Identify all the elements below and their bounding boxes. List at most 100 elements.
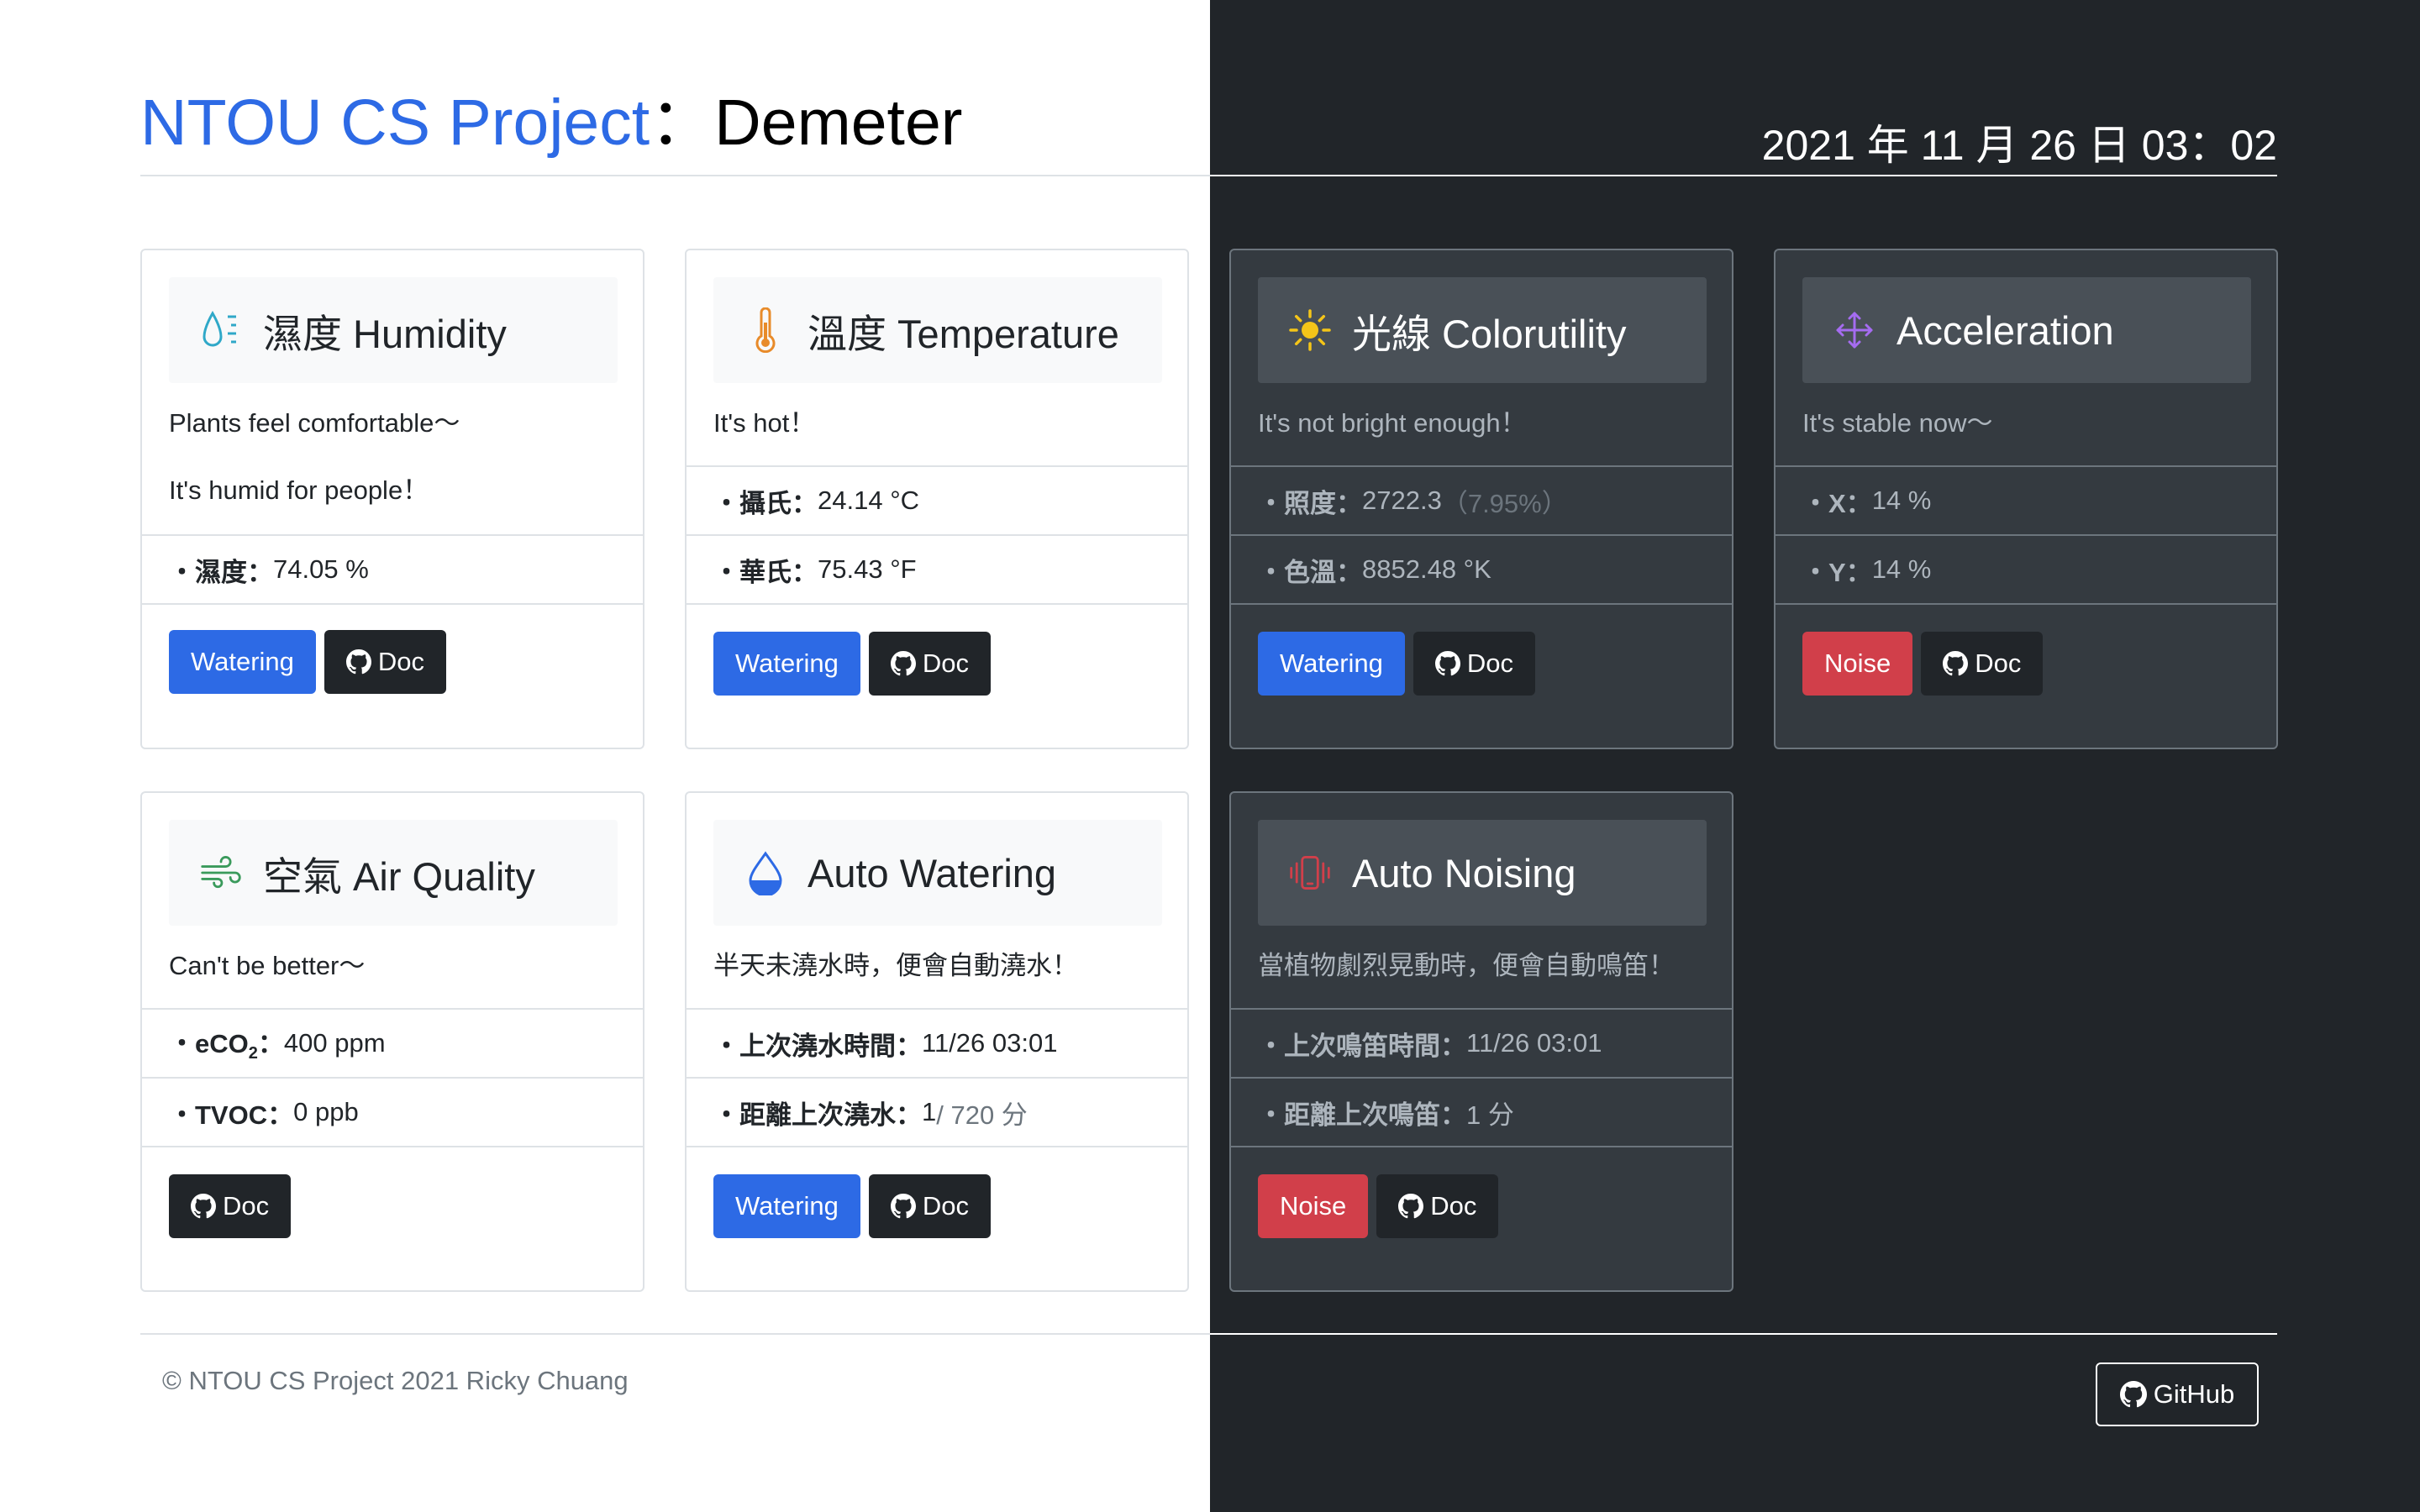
card-actions: Watering Doc (169, 630, 447, 694)
droplet-icon (744, 851, 787, 895)
card-header: 濕度 Humidity (169, 277, 618, 383)
noise-button[interactable]: Noise (1802, 632, 1913, 696)
reading-label: ・eCO2： (169, 1022, 284, 1063)
arrows-move-icon (1833, 308, 1876, 352)
reading-value: 24.14 °C (818, 486, 919, 515)
card-actions: Watering Doc (1258, 632, 1536, 696)
fahrenheit-reading: ・華氏： 75.43 °F (687, 534, 1187, 603)
last-watering-time: ・上次澆水時間： 11/26 03:01 (687, 1008, 1187, 1077)
card-title: 光線 Colorutility (1352, 311, 1627, 356)
noise-button[interactable]: Noise (1258, 1174, 1369, 1238)
auto-watering-card: Auto Watering 半天未澆水時，便會自動澆水！ ・上次澆水時間： 11/… (685, 791, 1189, 1292)
color-temperature-reading: ・色溫： 8852.48 °K (1231, 534, 1732, 603)
card-header: 空氣 Air Quality (169, 820, 618, 926)
copyright-text: © NTOU CS Project 2021 Ricky Chuang (162, 1366, 629, 1395)
github-icon (345, 649, 371, 675)
watering-button[interactable]: Watering (713, 632, 860, 696)
card-status: 半天未澆水時，便會自動澆水！ (713, 951, 1078, 980)
doc-button[interactable]: Doc (1413, 632, 1536, 696)
reading-label: ・照度： (1258, 488, 1362, 518)
github-icon (1943, 651, 1969, 676)
temperature-card: 溫度 Temperature It's hot！ ・攝氏： 24.14 °C ・華… (685, 249, 1189, 749)
current-datetime: 2021 年 11 月 26 日 03：02 (1761, 122, 2277, 169)
doc-button-label: Doc (223, 1191, 270, 1221)
reading-value: 14 % (1871, 554, 1932, 584)
light-card: 光線 Colorutility It's not bright enough！ … (1229, 249, 1733, 749)
phone-vibrate-icon (1288, 851, 1332, 895)
reading-label: ・X： (1802, 488, 1872, 518)
y-axis-reading: ・Y： 14 % (1776, 534, 2276, 603)
row-divider (1231, 603, 1732, 605)
reading-value: 2722.3 (1362, 486, 1442, 515)
air-quality-card: 空氣 Air Quality Can't be better～ ・eCO2： 40… (140, 791, 644, 1292)
card-actions: Doc (169, 1174, 292, 1238)
card-actions: Noise Doc (1802, 632, 2044, 696)
reading-value: 75.43 °F (818, 554, 917, 584)
doc-button-label: Doc (1466, 648, 1514, 678)
watering-button[interactable]: Watering (169, 630, 316, 694)
reading-label: ・攝氏： (713, 488, 818, 518)
card-header: 光線 Colorutility (1258, 277, 1707, 383)
doc-button[interactable]: Doc (324, 630, 447, 694)
doc-button-label: Doc (1430, 1191, 1477, 1221)
page-title: NTOU CS Project：Demeter (140, 81, 962, 165)
reading-value: 1 分 (1466, 1100, 1514, 1130)
card-header: Acceleration (1802, 277, 2251, 383)
github-icon (1398, 1194, 1424, 1219)
reading-label: ・華氏： (713, 557, 818, 587)
tvoc-reading: ・TVOC： 0 ppb (142, 1077, 643, 1146)
github-icon (191, 1194, 216, 1219)
reading-label: ・濕度： (169, 557, 273, 587)
watering-button[interactable]: Watering (1258, 632, 1405, 696)
github-link-label: GitHub (2153, 1379, 2235, 1409)
row-divider (687, 1146, 1187, 1147)
card-status: It's hot！ (713, 408, 816, 438)
reading-percent: （7.95%） (1441, 488, 1568, 518)
celsius-reading: ・攝氏： 24.14 °C (687, 465, 1187, 534)
github-link-button[interactable]: GitHub (2096, 1362, 2259, 1426)
card-status: 當植物劇烈晃動時，便會自動鳴笛！ (1258, 951, 1675, 980)
watering-button[interactable]: Watering (713, 1174, 860, 1238)
card-header: Auto Noising (1258, 820, 1707, 926)
card-title: Auto Watering (808, 850, 1057, 895)
doc-button[interactable]: Doc (868, 632, 992, 696)
reading-label: ・距離上次澆水： (713, 1100, 922, 1130)
humidity-icon (199, 308, 243, 352)
project-name: Demeter (714, 87, 963, 159)
card-actions: Watering Doc (713, 632, 992, 696)
title-separator: ： (650, 87, 715, 159)
reading-value: 400 ppm (283, 1028, 386, 1058)
colon: ： (257, 1029, 284, 1059)
reading-value: 11/26 03:01 (1466, 1028, 1602, 1058)
github-icon (890, 1194, 916, 1219)
reading-value: 0 ppb (293, 1097, 359, 1126)
doc-button[interactable]: Doc (169, 1174, 292, 1238)
card-actions: Noise Doc (1258, 1174, 1499, 1238)
reading-value: 1 (922, 1097, 937, 1126)
reading-label: ・色溫： (1258, 557, 1362, 587)
card-title: 濕度 Humidity (263, 311, 507, 356)
wind-icon (199, 851, 243, 895)
thermometer-icon (744, 307, 787, 353)
reading-label: ・上次澆水時間： (713, 1031, 922, 1061)
card-status: Plants feel comfortable～ (169, 408, 460, 438)
doc-button[interactable]: Doc (868, 1174, 992, 1238)
sun-icon (1288, 308, 1332, 352)
reading-label: ・TVOC： (169, 1100, 294, 1130)
doc-button[interactable]: Doc (1921, 632, 2044, 696)
row-divider (142, 1146, 643, 1147)
github-icon (2119, 1381, 2147, 1408)
illuminance-reading: ・照度： 2722.3 （7.95%） (1231, 465, 1732, 534)
card-status: It's stable now～ (1802, 408, 1993, 438)
card-status: It's not bright enough！ (1258, 408, 1527, 438)
last-noise-time: ・上次鳴笛時間： 11/26 03:01 (1231, 1008, 1732, 1077)
card-title: Acceleration (1897, 307, 2114, 353)
reading-label: ・距離上次鳴笛： (1258, 1100, 1466, 1130)
row-divider (1231, 1146, 1732, 1147)
since-last-noise: ・距離上次鳴笛： 1 分 (1231, 1077, 1732, 1146)
doc-button[interactable]: Doc (1376, 1174, 1499, 1238)
x-axis-reading: ・X： 14 % (1776, 465, 2276, 534)
reading-limit: / 720 分 (936, 1100, 1028, 1130)
card-title: 空氣 Air Quality (263, 853, 535, 899)
header-divider (140, 175, 1210, 176)
